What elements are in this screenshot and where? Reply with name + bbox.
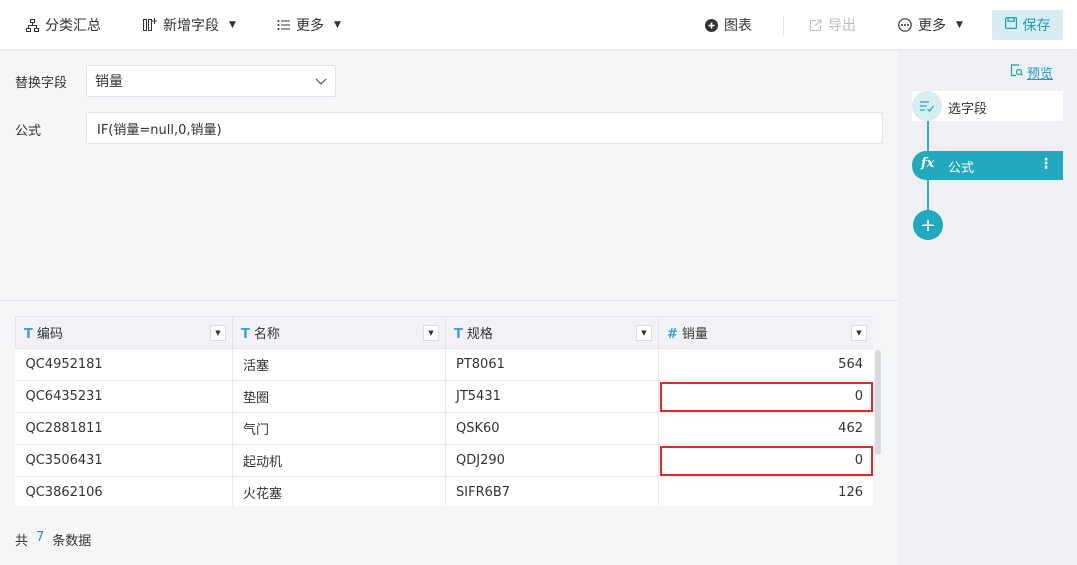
config-panel: 替换字段 销量 公式 IF(销量=null,0,销量): [0, 51, 898, 300]
table-row: QC6435231 垫圈 JT5431 0: [15, 380, 873, 413]
column-name: 销量: [681, 327, 708, 342]
caret-down-icon: ▼: [956, 20, 963, 30]
cell-code: QC6435231: [15, 380, 233, 413]
row-count: 共 7 条数据: [15, 530, 91, 549]
cell-name: 火花塞: [232, 476, 446, 506]
ellipsis-circle-icon: [898, 18, 912, 32]
formula-label: 公式: [15, 124, 42, 139]
summary-label: 分类汇总: [45, 18, 101, 34]
column-header-spec[interactable]: T 规格 ▼: [445, 316, 659, 349]
cell-code: QC3862106: [15, 476, 233, 506]
step-select-field[interactable]: 选字段: [912, 91, 1063, 121]
summary-button[interactable]: 分类汇总: [26, 0, 101, 50]
cell-name: 垫圈: [232, 380, 446, 413]
column-header-sales[interactable]: # 销量 ▼: [658, 316, 873, 349]
list-icon: [277, 19, 290, 31]
cell-spec: SIFR6B7: [445, 476, 659, 506]
row-count-suffix: 条数据: [52, 534, 92, 549]
column-name: 名称: [253, 327, 280, 342]
cell-name: 气门: [232, 412, 446, 445]
formula-value: IF(销量=null,0,销量): [97, 122, 222, 138]
step-formula[interactable]: fx 公式 ⋮: [912, 151, 1063, 180]
kebab-menu-icon[interactable]: ⋮: [1039, 156, 1053, 172]
cell-spec: QDJ290: [445, 444, 659, 477]
column-dropdown-icon[interactable]: ▼: [423, 325, 439, 341]
step1-label: 选字段: [948, 102, 988, 117]
formula-input[interactable]: IF(销量=null,0,销量): [86, 112, 883, 144]
cell-sales: 126: [658, 476, 873, 506]
fx-icon: fx: [921, 156, 935, 171]
cell-sales-highlighted: 0: [658, 444, 873, 477]
select-field-icon: [912, 91, 942, 121]
replace-field-label: 替换字段: [15, 76, 68, 91]
cell-spec: QSK60: [445, 412, 659, 445]
more-right-button[interactable]: 更多 ▼: [898, 0, 963, 50]
toolbar: 分类汇总 新增字段 ▼ 更多 ▼ 图表 导出 更多 ▼ 保存: [0, 0, 1077, 50]
add-column-icon: [143, 18, 157, 32]
vertical-scrollbar[interactable]: [875, 350, 881, 455]
cell-code: QC3506431: [15, 444, 233, 477]
save-button[interactable]: 保存: [992, 10, 1063, 40]
add-field-label: 新增字段: [163, 18, 219, 34]
table-row: QC2881811 气门 QSK60 462: [15, 412, 873, 445]
column-name: 规格: [466, 327, 493, 342]
add-step-button[interactable]: +: [913, 210, 943, 240]
column-dropdown-icon[interactable]: ▼: [636, 325, 652, 341]
row-count-prefix: 共: [15, 534, 29, 549]
column-name: 编码: [36, 327, 63, 342]
export-button[interactable]: 导出: [809, 0, 856, 50]
export-label: 导出: [828, 18, 856, 34]
save-icon: [1004, 17, 1017, 33]
chart-label: 图表: [724, 18, 752, 34]
step2-label: 公式: [948, 161, 975, 176]
preview-icon: [1010, 64, 1023, 81]
chevron-down-icon: [315, 75, 327, 91]
divider: [0, 300, 898, 301]
save-label: 保存: [1022, 18, 1051, 34]
text-type-icon: T: [454, 327, 463, 342]
table-row: QC3506431 起动机 QDJ290 0: [15, 444, 873, 477]
table-row: QC4952181 活塞 PT8061 564: [15, 348, 873, 381]
cell-sales: 564: [658, 348, 873, 381]
cell-spec: JT5431: [445, 380, 659, 413]
data-table: T 编码 ▼ T 名称 ▼ T 规格 ▼ # 销量 ▼ QC4952181 活塞…: [15, 316, 873, 506]
cell-code: QC2881811: [15, 412, 233, 445]
plus-icon: +: [920, 214, 936, 236]
row-count-value: 7: [36, 530, 45, 545]
column-dropdown-icon[interactable]: ▼: [851, 325, 867, 341]
column-header-name[interactable]: T 名称 ▼: [232, 316, 446, 349]
step-connector: [927, 180, 929, 210]
column-dropdown-icon[interactable]: ▼: [210, 325, 226, 341]
chart-button[interactable]: 图表: [705, 0, 752, 50]
column-header-code[interactable]: T 编码 ▼: [15, 316, 233, 349]
cell-name: 活塞: [232, 348, 446, 381]
table-header-row: T 编码 ▼ T 名称 ▼ T 规格 ▼ # 销量 ▼: [15, 316, 873, 349]
text-type-icon: T: [241, 327, 250, 342]
replace-field-select[interactable]: 销量: [86, 65, 336, 97]
add-field-button[interactable]: 新增字段 ▼: [143, 0, 236, 50]
caret-down-icon: ▼: [334, 20, 341, 30]
plus-circle-icon: [705, 18, 718, 32]
step-connector: [927, 121, 929, 151]
replace-field-value: 销量: [95, 74, 123, 90]
table-row: QC3862106 火花塞 SIFR6B7 126: [15, 476, 873, 506]
more-right-label: 更多: [918, 18, 946, 34]
cell-sales-highlighted: 0: [658, 380, 873, 413]
more-left-button[interactable]: 更多 ▼: [277, 0, 341, 50]
preview-link[interactable]: 预览: [1010, 63, 1053, 82]
cell-sales: 462: [658, 412, 873, 445]
cell-spec: PT8061: [445, 348, 659, 381]
cell-code: QC4952181: [15, 348, 233, 381]
cell-name: 起动机: [232, 444, 446, 477]
more-left-label: 更多: [296, 18, 324, 34]
caret-down-icon: ▼: [229, 20, 236, 30]
hierarchy-icon: [26, 18, 39, 32]
preview-label: 预览: [1027, 67, 1054, 82]
export-icon: [809, 19, 822, 32]
toolbar-divider: [783, 15, 784, 35]
step-panel: 预览 选字段 fx 公式 ⋮ +: [898, 51, 1077, 565]
number-type-icon: #: [667, 327, 678, 342]
text-type-icon: T: [24, 327, 33, 342]
